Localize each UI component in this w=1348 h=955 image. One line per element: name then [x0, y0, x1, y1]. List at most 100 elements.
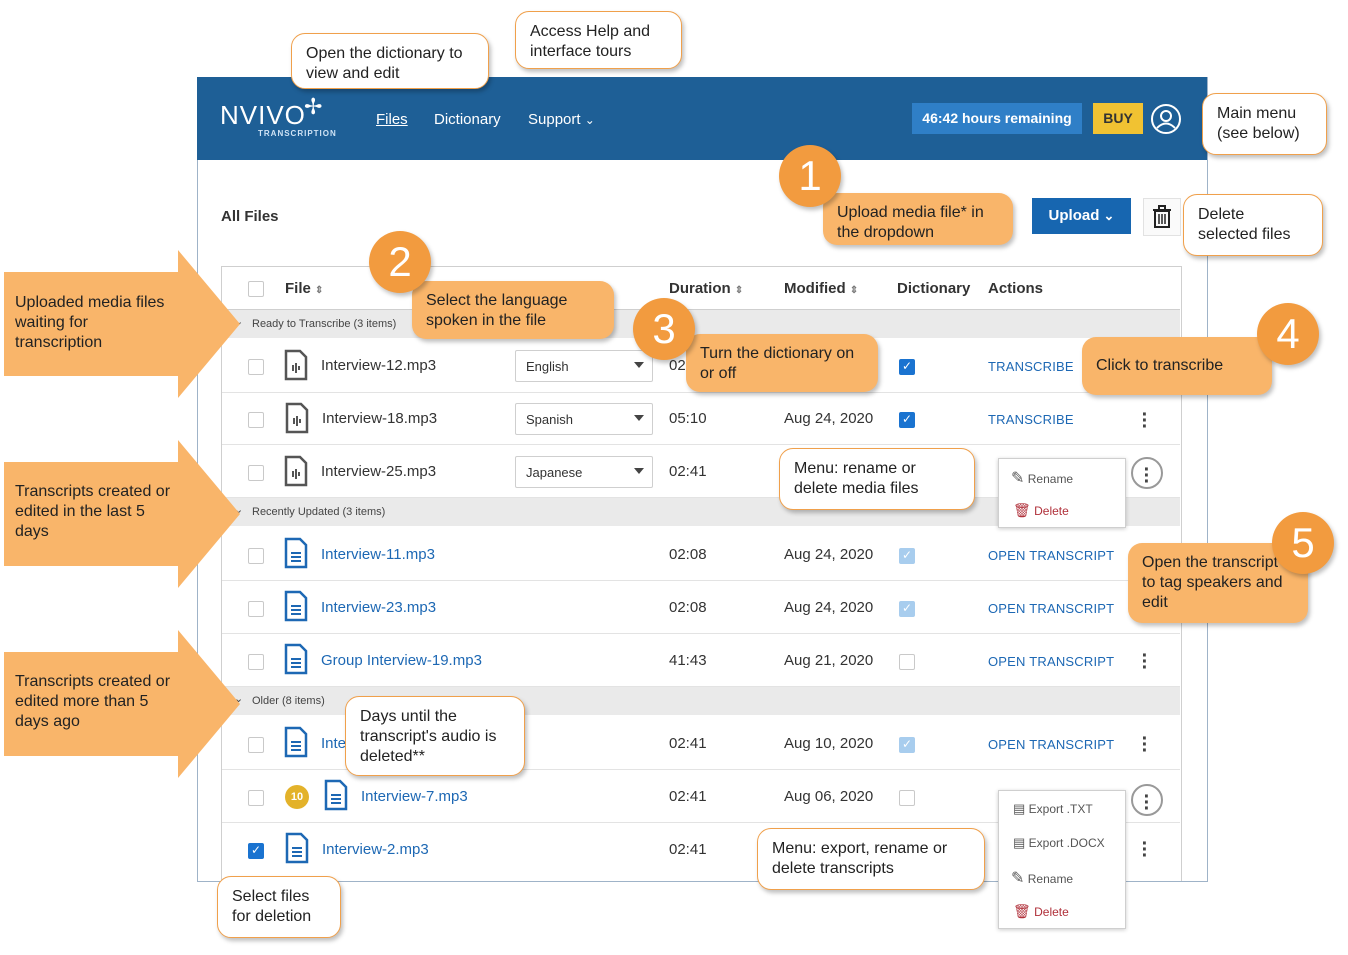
- chevron-down-icon: ⌄: [1103, 208, 1115, 223]
- document-icon: ▤: [1013, 835, 1026, 850]
- duration: 05:10: [669, 410, 707, 427]
- open-transcript-link[interactable]: OPEN TRANSCRIPT: [988, 737, 1114, 752]
- column-file-label: File: [285, 280, 311, 297]
- menu-item-export-docx[interactable]: ▤ Export .DOCX: [1013, 835, 1105, 851]
- callout-dict-toggle: Turn the dictionary on or off: [686, 334, 878, 392]
- more-options-icon[interactable]: · · ·: [1139, 834, 1151, 866]
- column-dictionary: Dictionary: [897, 280, 971, 297]
- sort-icon: ⇕: [734, 285, 744, 296]
- nav-files[interactable]: Files: [376, 111, 408, 128]
- media-file-menu: ✎ Rename 🗑 Delete: [998, 458, 1126, 528]
- document-icon: ▤: [1013, 801, 1026, 816]
- open-transcript-link[interactable]: OPEN TRANSCRIPT: [988, 654, 1114, 669]
- column-duration-label: Duration: [669, 280, 731, 297]
- callout-days-until: Days until the transcript's audio is del…: [345, 696, 525, 776]
- menu-item-delete[interactable]: 🗑 Delete: [1013, 903, 1069, 920]
- row-checkbox[interactable]: [248, 843, 264, 859]
- select-all-checkbox[interactable]: [248, 281, 264, 297]
- row-checkbox[interactable]: [248, 548, 264, 564]
- modified-date: Aug 24, 2020: [784, 546, 874, 563]
- language-value: Japanese: [526, 465, 583, 480]
- language-select[interactable]: English: [515, 350, 653, 382]
- buy-button[interactable]: BUY: [1093, 103, 1143, 134]
- transcribe-link[interactable]: TRANSCRIBE: [988, 412, 1074, 427]
- more-options-icon[interactable]: · · ·: [1139, 405, 1151, 437]
- file-name[interactable]: Interview-23.mp3: [321, 599, 436, 616]
- step-2-badge: 2: [369, 231, 431, 293]
- row-checkbox[interactable]: [248, 601, 264, 617]
- callout-delete-files: Delete selected files: [1183, 194, 1323, 256]
- transcript-file-icon: [324, 779, 348, 811]
- duration: 02:41: [669, 788, 707, 805]
- more-options-icon[interactable]: · · ·: [1139, 729, 1151, 761]
- nav-dictionary[interactable]: Dictionary: [434, 111, 501, 128]
- hours-remaining-badge: 46:42 hours remaining: [912, 103, 1082, 134]
- duration: 02:41: [669, 841, 707, 858]
- logo-mark-icon: ✢: [304, 94, 323, 119]
- file-name[interactable]: Interview-7.mp3: [361, 788, 468, 805]
- menu-label: Delete: [1034, 905, 1069, 919]
- pencil-icon: ✎: [1011, 470, 1025, 487]
- open-transcript-link[interactable]: OPEN TRANSCRIPT: [988, 548, 1114, 563]
- page-title: All Files: [221, 208, 279, 225]
- dictionary-indicator: [899, 790, 915, 806]
- menu-label: Rename: [1027, 872, 1074, 886]
- delete-selected-button[interactable]: [1143, 198, 1181, 236]
- column-modified[interactable]: Modified ⇕: [784, 280, 858, 297]
- row-checkbox[interactable]: [248, 654, 264, 670]
- more-options-open-icon[interactable]: · · ·: [1131, 457, 1163, 492]
- menu-item-delete[interactable]: 🗑 Delete: [1013, 502, 1069, 519]
- nav-support[interactable]: Support ⌄: [528, 111, 595, 128]
- step-3-badge: 3: [633, 298, 695, 360]
- language-value: English: [526, 359, 569, 374]
- user-account-icon[interactable]: [1151, 104, 1181, 134]
- menu-item-rename[interactable]: ✎ Rename: [1011, 868, 1073, 888]
- more-options-open-icon[interactable]: · · ·: [1131, 784, 1163, 819]
- logo: NVIVO: [220, 100, 306, 130]
- callout-older-text: Transcripts created or edited more than …: [15, 673, 171, 730]
- group-label: Older (8 items): [252, 695, 325, 707]
- days-remaining-badge: 10: [285, 785, 309, 809]
- menu-item-export-txt[interactable]: ▤ Export .TXT: [1013, 801, 1093, 817]
- column-file[interactable]: File ⇕: [285, 280, 323, 297]
- row-checkbox[interactable]: [248, 465, 264, 481]
- transcript-menu: ▤ Export .TXT ▤ Export .DOCX ✎ Rename 🗑 …: [998, 790, 1126, 929]
- language-select[interactable]: Japanese: [515, 456, 653, 488]
- menu-item-rename[interactable]: ✎ Rename: [1011, 468, 1073, 488]
- open-transcript-link[interactable]: OPEN TRANSCRIPT: [988, 601, 1114, 616]
- trash-icon: 🗑: [1013, 903, 1031, 919]
- dictionary-toggle[interactable]: [899, 359, 915, 375]
- dictionary-toggle[interactable]: [899, 412, 915, 428]
- row-checkbox[interactable]: [248, 737, 264, 753]
- file-name: Interview-25.mp3: [321, 463, 437, 480]
- language-select[interactable]: Spanish: [515, 403, 653, 435]
- row-checkbox[interactable]: [248, 359, 264, 375]
- callout-dictionary: Open the dictionary to view and edit: [291, 33, 489, 89]
- file-name[interactable]: Group Interview-19.mp3: [321, 652, 482, 669]
- duration: 02:08: [669, 599, 707, 616]
- upload-button[interactable]: Upload ⌄: [1032, 198, 1131, 234]
- transcript-file-icon: [284, 726, 308, 758]
- caret-down-icon: [634, 468, 644, 474]
- callout-main-menu: Main menu (see below): [1202, 93, 1327, 155]
- step-5-badge: 5: [1272, 512, 1334, 574]
- duration: 02:08: [669, 546, 707, 563]
- upload-label: Upload: [1048, 207, 1100, 224]
- file-name[interactable]: Interview-2.mp3: [322, 841, 429, 858]
- transcribe-link[interactable]: TRANSCRIBE: [988, 359, 1074, 374]
- file-name[interactable]: Inte: [321, 735, 346, 752]
- callout-transcribe: Click to transcribe: [1082, 337, 1272, 395]
- chevron-down-icon: ⌄: [584, 113, 595, 127]
- row-checkbox[interactable]: [248, 412, 264, 428]
- file-name[interactable]: Interview-11.mp3: [321, 546, 435, 563]
- modified-date: Aug 06, 2020: [784, 788, 874, 805]
- trash-icon: [1153, 205, 1171, 228]
- column-duration[interactable]: Duration ⇕: [669, 280, 743, 297]
- more-options-icon[interactable]: · · ·: [1139, 646, 1151, 678]
- row-checkbox[interactable]: [248, 790, 264, 806]
- step-1-badge: 1: [779, 145, 841, 207]
- modified-date: Aug 21, 2020: [784, 652, 874, 669]
- transcript-file-icon: [284, 643, 308, 675]
- column-modified-label: Modified: [784, 280, 846, 297]
- language-value: Spanish: [526, 412, 573, 427]
